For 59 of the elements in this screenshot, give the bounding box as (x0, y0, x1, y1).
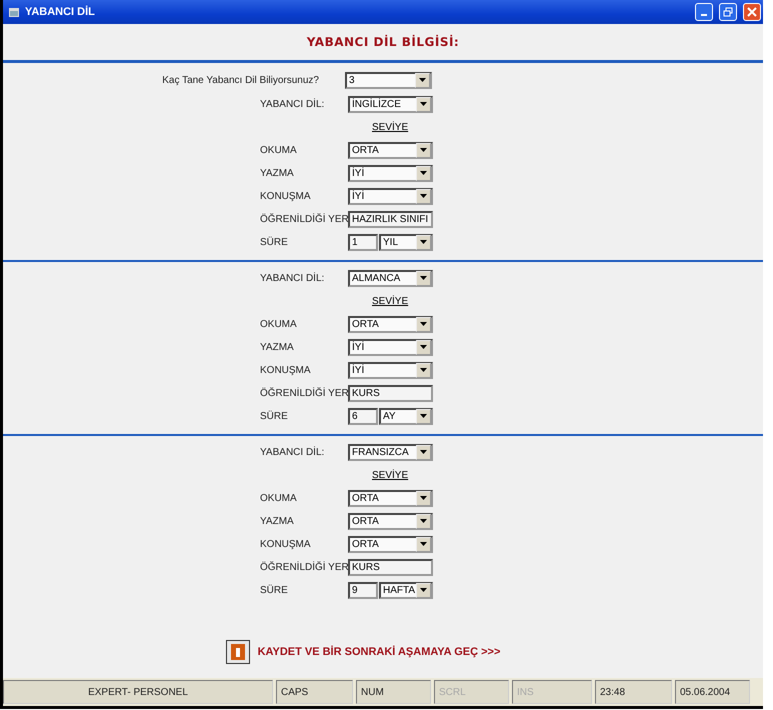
field-label: OKUMA (260, 144, 297, 156)
field-label: KONUŞMA (260, 190, 311, 202)
field-label: OKUMA (260, 318, 297, 330)
unit-dropdown[interactable]: YIL (379, 234, 433, 250)
field-label: YABANCI DİL: (260, 98, 324, 110)
field-label: SÜRE (260, 236, 288, 248)
status-panel: NUM (356, 680, 431, 704)
save-button[interactable]: KAYDET VE BİR SONRAKİ AŞAMAYA GEÇ >>> (226, 640, 500, 664)
status-panel: 23:48 (595, 680, 672, 704)
field-label: YAZMA (260, 342, 294, 352)
column-heading: SEVİYE (372, 122, 408, 132)
field-label: YAZMA (260, 516, 294, 526)
status-panel: 05.06.2004 (675, 680, 750, 704)
unit-dropdown[interactable]: AY (379, 408, 433, 424)
column-heading: SEVİYE (372, 296, 408, 306)
input-field[interactable]: KURS (348, 384, 433, 402)
input-field[interactable]: 9 (348, 582, 378, 598)
field-label: YAZMA (260, 168, 294, 178)
door-icon (226, 640, 250, 664)
level-dropdown[interactable]: ORTA (348, 490, 433, 506)
field-label: ÖĞRENİLDİĞİ YER (260, 388, 349, 398)
level-dropdown[interactable]: ORTA (348, 512, 433, 530)
status-panel: EXPERT- PERSONEL (3, 680, 273, 704)
restore-button[interactable] (719, 3, 737, 21)
field-label: SÜRE (260, 584, 288, 596)
field-label: ÖĞRENİLDİĞİ YER (260, 214, 349, 224)
language-dropdown[interactable]: ALMANCA (348, 270, 433, 286)
field-label: Kaç Tane Yabancı Dil Biliyorsunuz? (162, 74, 319, 86)
field-label: YABANCI DİL: (260, 446, 324, 458)
level-dropdown[interactable]: ORTA (348, 142, 433, 158)
level-dropdown[interactable]: ORTA (348, 536, 433, 552)
restore-icon (723, 7, 733, 17)
close-icon (747, 7, 757, 17)
input-field[interactable]: KURS (348, 558, 433, 576)
field-label: KONUŞMA (260, 364, 311, 376)
language-dropdown[interactable]: İNGİLİZCE (348, 96, 433, 112)
window-title: YABANCI DİL (25, 6, 96, 18)
level-dropdown[interactable]: ORTA (348, 316, 433, 332)
input-field[interactable]: 1 (348, 234, 378, 250)
form-heading: YABANCI DİL BİLGİSİ: (306, 35, 460, 49)
level-dropdown[interactable]: İYİ (348, 188, 433, 204)
window-icon (9, 8, 19, 16)
status-panel: CAPS (276, 680, 353, 704)
level-dropdown[interactable]: İYİ (348, 362, 433, 378)
field-label: OKUMA (260, 492, 297, 504)
language-dropdown[interactable]: FRANSIZCA (348, 444, 433, 460)
field-label: YABANCI DİL: (260, 272, 324, 284)
input-field[interactable]: 6 (348, 408, 378, 424)
field-label: KONUŞMA (260, 538, 311, 550)
level-dropdown[interactable]: İYİ (348, 338, 433, 356)
input-field[interactable]: HAZIRLIK SINIFI (348, 210, 433, 228)
column-heading: SEVİYE (372, 470, 408, 480)
level-dropdown[interactable]: İYİ (348, 164, 433, 182)
unit-dropdown[interactable]: HAFTA (379, 582, 433, 598)
language-count-dropdown[interactable]: 3 (345, 72, 432, 88)
close-button[interactable] (743, 3, 761, 21)
field-label: SÜRE (260, 410, 288, 422)
minimize-button[interactable] (695, 3, 713, 21)
field-label: ÖĞRENİLDİĞİ YER (260, 562, 349, 572)
